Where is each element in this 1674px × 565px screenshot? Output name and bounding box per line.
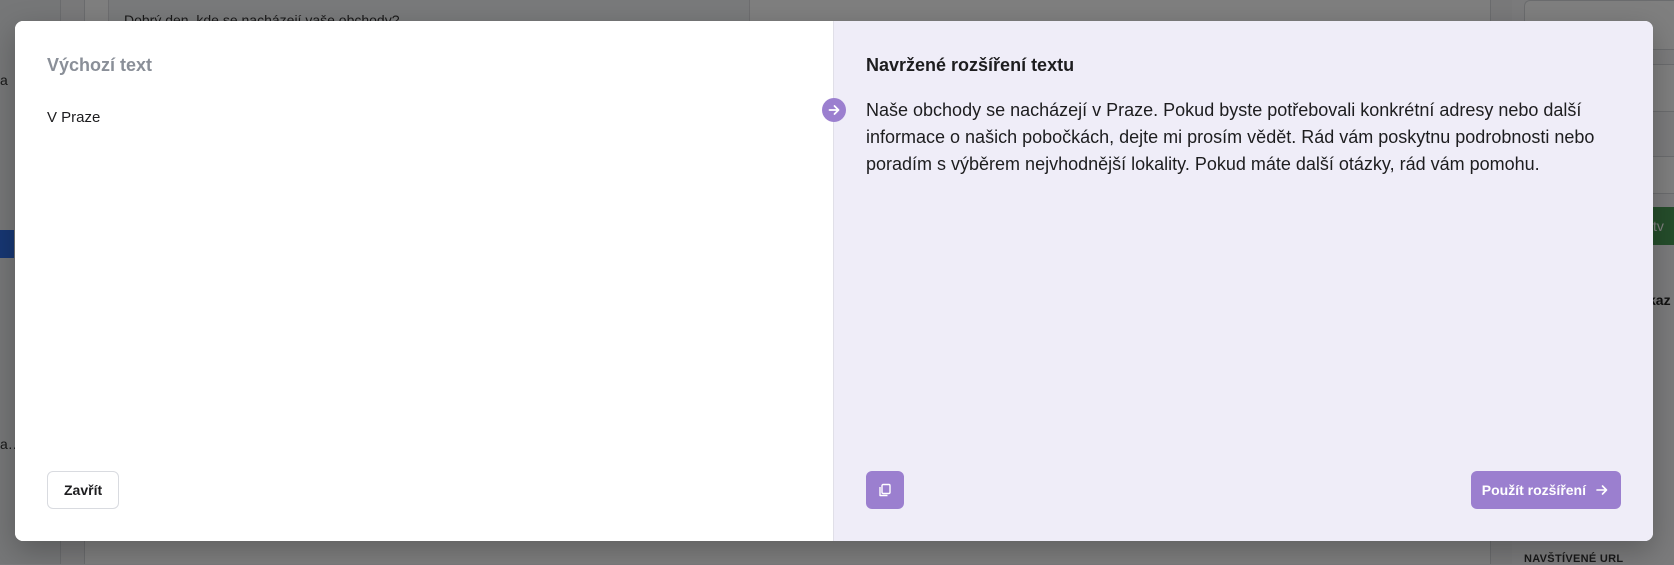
copy-button[interactable] xyxy=(866,471,904,509)
close-button[interactable]: Zavřít xyxy=(47,471,120,509)
copy-icon xyxy=(878,483,892,497)
original-text-title: Výchozí text xyxy=(47,55,153,75)
apply-expansion-button[interactable]: Použít rozšíření xyxy=(1470,471,1621,509)
text-expansion-modal: Výchozí text V Praze Zavřít Navržené roz… xyxy=(15,21,1653,541)
suggested-expansion-title: Navržené rozšíření textu xyxy=(866,55,1075,75)
suggested-expansion-pane: Navržené rozšíření textu Naše obchody se… xyxy=(822,21,1653,541)
arrow-right-icon xyxy=(822,98,846,122)
suggested-expansion-text: Naše obchody se nacházejí v Praze. Pokud… xyxy=(866,100,1595,174)
original-text-content: V Praze xyxy=(47,109,101,126)
original-text-pane: Výchozí text V Praze Zavřít xyxy=(15,21,834,541)
arrow-right-icon xyxy=(1595,483,1609,497)
apply-expansion-label: Použít rozšíření xyxy=(1481,482,1586,498)
